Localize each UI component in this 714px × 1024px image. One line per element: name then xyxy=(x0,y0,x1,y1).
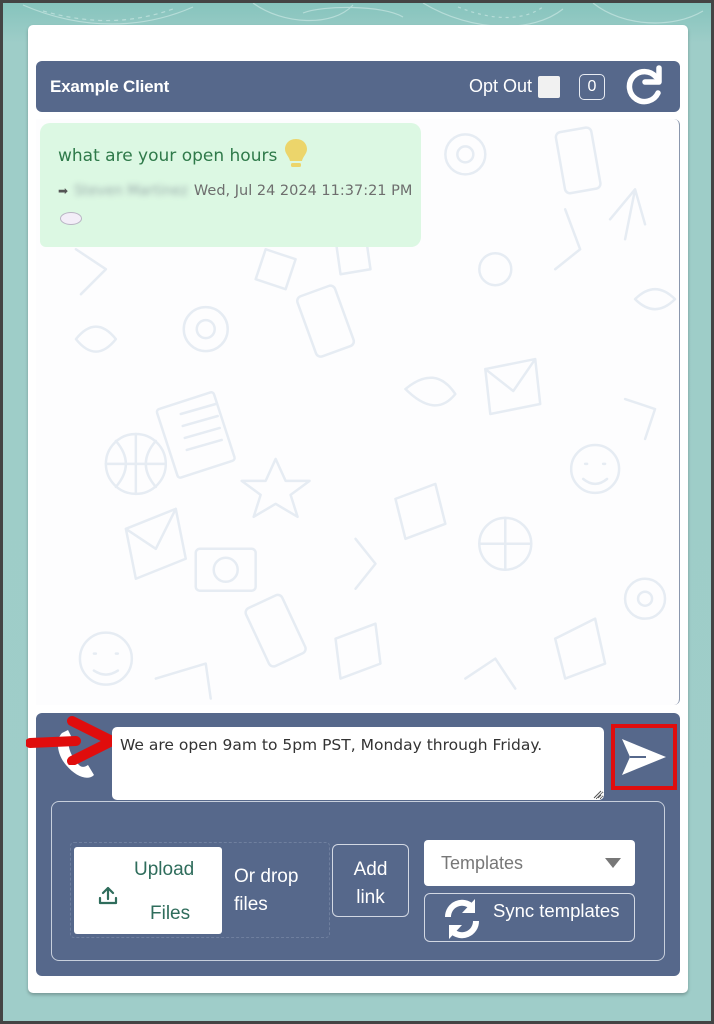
upload-icon xyxy=(98,886,118,905)
send-button[interactable] xyxy=(611,724,677,790)
message-text: what are your open hours xyxy=(58,146,278,166)
chevron-down-icon xyxy=(605,858,621,868)
forward-arrow-icon: ➡ xyxy=(58,184,69,198)
upload-label-line1: Upload xyxy=(134,859,195,880)
chat-card: Example Client Opt Out 0 what are your o… xyxy=(26,25,688,993)
add-link-label-line2: link xyxy=(356,886,385,908)
opt-out-checkbox[interactable] xyxy=(538,75,560,98)
send-icon xyxy=(622,739,666,775)
conversation-header: Example Client Opt Out 0 xyxy=(36,61,680,112)
templates-selected-value: Templates xyxy=(441,852,524,873)
drop-files-text: Or drop files xyxy=(234,866,299,915)
lightbulb-icon xyxy=(285,139,308,167)
composer-panel: Upload Files Or drop files Add link Temp… xyxy=(26,713,680,976)
resize-grip-icon[interactable] xyxy=(592,789,602,799)
message-meta: ➡ Steven Martinez Wed, Jul 24 2024 11:37… xyxy=(58,183,412,199)
message-thread[interactable]: what are your open hours ➡ Steven Martin… xyxy=(36,119,680,705)
add-link-label-line1: Add xyxy=(353,858,388,880)
attachment-tools: Upload Files Or drop files Add link Temp… xyxy=(51,801,665,961)
unread-count-badge: 0 xyxy=(579,73,605,100)
client-name: Example Client xyxy=(50,76,170,96)
annotation-arrow-icon xyxy=(26,716,116,765)
sync-icon xyxy=(444,899,480,939)
cloud-icon[interactable] xyxy=(60,212,82,225)
message-timestamp: Wed, Jul 24 2024 11:37:21 PM xyxy=(193,183,413,199)
sync-templates-button[interactable]: Sync templates xyxy=(424,893,635,942)
message-bubble-incoming: what are your open hours ➡ Steven Martin… xyxy=(40,123,421,247)
refresh-icon[interactable] xyxy=(622,64,666,109)
add-link-button[interactable]: Add link xyxy=(332,844,409,917)
upload-label-line2: Files xyxy=(150,903,191,924)
page-background: Example Client Opt Out 0 what are your o… xyxy=(3,3,711,1021)
sync-templates-label: Sync templates xyxy=(493,900,620,921)
opt-out-label: Opt Out xyxy=(468,76,532,96)
upload-files-button[interactable]: Upload Files xyxy=(74,847,222,934)
sender-name-redacted: Steven Martinez xyxy=(74,183,188,199)
message-text-row: what are your open hours xyxy=(58,139,309,171)
file-dropzone[interactable]: Upload Files Or drop files xyxy=(70,842,330,938)
message-input[interactable] xyxy=(112,727,604,800)
templates-dropdown[interactable]: Templates xyxy=(424,840,635,886)
